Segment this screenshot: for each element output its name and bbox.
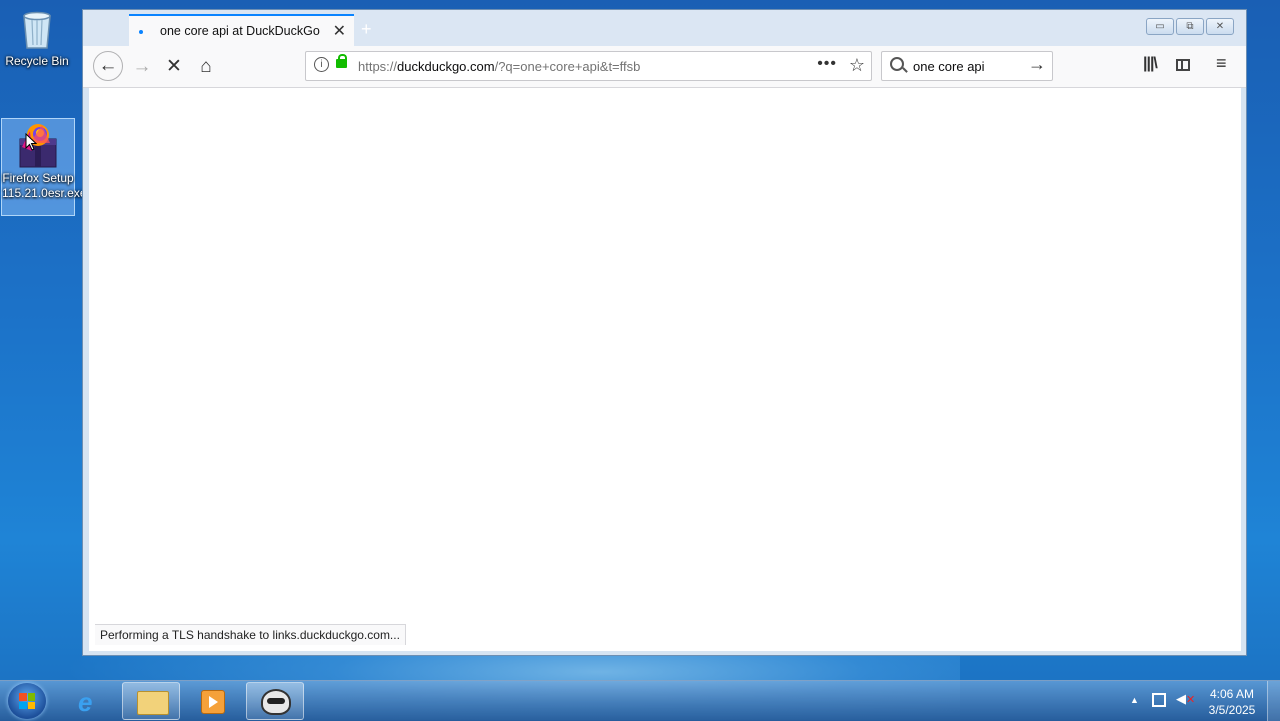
- bookmark-star-icon[interactable]: ☆: [849, 55, 865, 76]
- tab-strip: one core api at DuckDuckGo ✕ + ▭ ⧉ ✕: [83, 10, 1246, 46]
- secure-lock-icon: [336, 54, 347, 68]
- back-button[interactable]: ←: [93, 51, 123, 81]
- window-controls: ▭ ⧉ ✕: [1146, 18, 1234, 35]
- loading-dot-icon: [139, 30, 143, 34]
- windows-logo-icon: [19, 693, 35, 709]
- status-panel: Performing a TLS handshake to links.duck…: [95, 624, 406, 645]
- internet-explorer-icon: e: [78, 687, 93, 717]
- recycle-bin-label: Recycle Bin: [5, 54, 69, 68]
- show-hidden-icons-button[interactable]: ▲: [1130, 695, 1139, 705]
- sidebar-toggle-icon[interactable]: [1176, 59, 1190, 71]
- taskbar-media-player[interactable]: [184, 682, 242, 720]
- show-desktop-button[interactable]: [1267, 681, 1280, 721]
- address-bar[interactable]: i https://duckduckgo.com/?q=one+core+api…: [305, 51, 872, 81]
- system-tray: ▲ ◀✕ 4:06 AM 3/5/2025: [1120, 681, 1280, 721]
- clock[interactable]: 4:06 AM 3/5/2025: [1202, 686, 1262, 718]
- page-actions-button[interactable]: •••: [817, 55, 837, 73]
- restore-button[interactable]: ⧉: [1176, 18, 1204, 35]
- minimize-button[interactable]: ▭: [1146, 18, 1174, 35]
- search-query[interactable]: one core api: [913, 59, 985, 74]
- tab-duckduckgo[interactable]: one core api at DuckDuckGo ✕: [129, 14, 354, 46]
- firefox-window: one core api at DuckDuckGo ✕ + ▭ ⧉ ✕ ← →…: [82, 9, 1247, 656]
- page-content[interactable]: Performing a TLS handshake to links.duck…: [89, 88, 1241, 651]
- search-bar[interactable]: one core api →: [881, 51, 1053, 81]
- mouse-pointer-icon: [25, 133, 37, 151]
- recycle-bin-icon: [20, 8, 54, 50]
- hamburger-menu-icon[interactable]: ≡: [1216, 53, 1227, 74]
- media-player-icon: [201, 690, 225, 714]
- site-info-icon[interactable]: i: [314, 57, 329, 72]
- tab-close-icon[interactable]: ✕: [333, 21, 346, 41]
- recycle-bin-shortcut[interactable]: Recycle Bin: [0, 6, 74, 69]
- search-go-button[interactable]: →: [1028, 54, 1046, 75]
- home-button[interactable]: ⌂: [191, 52, 221, 82]
- search-icon: [890, 57, 904, 71]
- taskbar-internet-explorer[interactable]: e: [62, 682, 120, 720]
- installer-app-icon: [261, 689, 291, 715]
- url-text[interactable]: https://duckduckgo.com/?q=one+core+api&t…: [358, 59, 640, 74]
- forward-button[interactable]: →: [127, 52, 157, 82]
- navigation-toolbar: ← → ✕ ⌂ i https://duckduckgo.com/?q=one+…: [83, 46, 1246, 88]
- tab-title: one core api at DuckDuckGo: [160, 24, 320, 38]
- start-button[interactable]: [8, 683, 46, 719]
- firefox-setup-label: Firefox Setup 115.21.0esr.exe: [2, 171, 87, 200]
- folder-icon: [137, 691, 169, 715]
- firefox-installer-icon: [16, 121, 60, 169]
- network-icon[interactable]: [1152, 693, 1166, 707]
- firefox-setup-shortcut[interactable]: Firefox Setup 115.21.0esr.exe: [1, 118, 87, 216]
- new-tab-button[interactable]: +: [361, 19, 372, 40]
- volume-muted-icon[interactable]: ◀✕: [1176, 691, 1195, 707]
- library-icon[interactable]: |||\: [1143, 55, 1158, 73]
- taskbar-firefox-installer[interactable]: [246, 682, 304, 720]
- stop-button[interactable]: ✕: [159, 52, 189, 82]
- clock-time: 4:06 AM: [1209, 687, 1255, 701]
- close-window-button[interactable]: ✕: [1206, 18, 1234, 35]
- clock-date: 3/5/2025: [1208, 703, 1256, 717]
- taskbar-windows-explorer[interactable]: [122, 682, 180, 720]
- taskbar: e ▲ ◀✕ 4:06 AM 3/5/2025: [0, 680, 1280, 721]
